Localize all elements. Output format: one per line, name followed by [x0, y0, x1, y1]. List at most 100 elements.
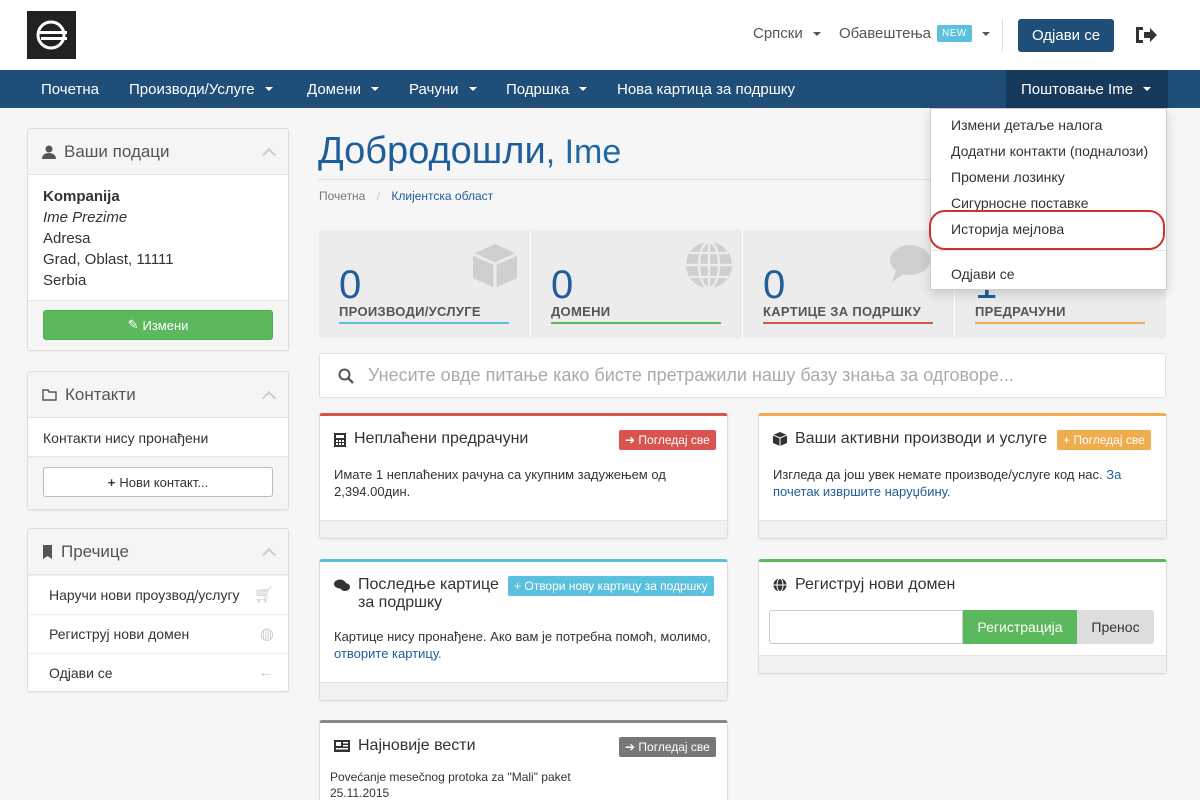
open-ticket-link[interactable]: отворите картицу. [334, 646, 442, 661]
language-label: Српски [753, 25, 803, 42]
menu-change-password[interactable]: Промени лозинку [951, 169, 1065, 185]
register-domain-card: Региструј нови домен Регистрација Пренос [758, 559, 1167, 674]
menu-additional-contacts[interactable]: Додатни контакти (подналози) [951, 143, 1148, 159]
address-line: Adresa [43, 230, 91, 247]
chevron-down-icon [1143, 87, 1152, 91]
nav-support-label: Подршка [506, 80, 570, 98]
menu-edit-account[interactable]: Измени детаље налога [951, 117, 1102, 133]
arrow-left-icon: ← [258, 664, 274, 681]
news-item[interactable]: Povećanje mesečnog protoka za "Mali" pak… [330, 769, 571, 800]
stat-products[interactable]: 0 ПРОИЗВОДИ/УСЛУГЕ [319, 230, 530, 338]
stat-label: ПРЕДРАЧУНИ [975, 304, 1066, 319]
view-all-label: Погледај све [638, 433, 710, 447]
menu-security-settings[interactable]: Сигурносне поставке [951, 195, 1089, 211]
nav-support[interactable]: Подршка [506, 70, 588, 108]
register-button[interactable]: Регистрација [963, 610, 1077, 644]
arrow-right-icon: ➔ [625, 433, 636, 447]
divider [1002, 19, 1003, 51]
nav-domains[interactable]: Домени [307, 70, 379, 108]
client-name: Ime Prezime [43, 209, 128, 226]
nav-home-label: Почетна [41, 80, 99, 98]
chevron-up-icon[interactable] [261, 147, 277, 162]
shortcut-order[interactable]: Наручи нови проузвод/услугу 🛒︎ [28, 575, 288, 614]
user-dropdown-menu: Измени детаље налога Додатни контакти (п… [930, 108, 1167, 290]
active-products-card: Ваши активни производи и услуге + Поглед… [758, 413, 1167, 539]
shortcut-logout[interactable]: Одјави се ← [28, 653, 288, 692]
chevron-down-icon [264, 87, 273, 91]
arrow-right-icon: ➔ [625, 740, 636, 754]
user-icon [42, 145, 56, 159]
company-logo[interactable] [27, 11, 76, 59]
your-info-panel: Ваши подаци Kompanija Ime Prezime Adresa… [27, 128, 289, 351]
view-all-label: Погледај све [1073, 433, 1145, 447]
menu-logout[interactable]: Одјави се [951, 266, 1015, 282]
your-info-header[interactable]: Ваши подаци [28, 129, 288, 175]
transfer-button[interactable]: Пренос [1077, 610, 1154, 644]
stat-tickets[interactable]: 0 КАРТИЦЕ ЗА ПОДРШКУ [743, 230, 954, 338]
card-footer [320, 520, 727, 538]
country-line: Serbia [43, 272, 87, 289]
products-text: Изгледа да још увек немате производе/усл… [773, 467, 1103, 482]
globe-icon [773, 578, 787, 592]
edit-button-label: Измени [142, 317, 189, 333]
view-all-invoices-button[interactable]: ➔ Погледај све [619, 430, 716, 450]
nav-domains-label: Домени [307, 80, 361, 98]
nav-new-ticket[interactable]: Нова картица за подршку [617, 70, 795, 108]
stat-domains[interactable]: 0 ДОМЕНИ [531, 230, 742, 338]
nav-products-label: Производи/Услуге [129, 80, 255, 98]
open-ticket-button[interactable]: + Отвори нову картицу за подршку [508, 576, 714, 596]
calculator-icon [334, 433, 346, 447]
card-title: Најновије вести [334, 737, 476, 755]
latest-tickets-card: Последње картице за подршку + Отвори нов… [319, 559, 728, 701]
cube-icon [773, 432, 787, 446]
shortcut-logout-label: Одјави се [49, 665, 113, 681]
view-all-products-button[interactable]: + Погледај све [1057, 430, 1151, 450]
domain-title: Региструј нови домен [795, 576, 956, 593]
shortcuts-header[interactable]: Пречице [28, 529, 288, 575]
card-title: Последње картице за подршку [334, 576, 509, 612]
stat-value: 0 [339, 263, 362, 307]
stat-value: 0 [763, 263, 786, 307]
breadcrumb-home[interactable]: Почетна [319, 189, 365, 203]
view-all-news-button[interactable]: ➔ Погледај све [619, 737, 716, 757]
sign-out-icon[interactable] [1134, 25, 1158, 45]
stat-underline [763, 322, 933, 324]
notifications-menu[interactable]: Обавештења NEW [839, 25, 990, 42]
knowledgebase-search[interactable]: Унесите овде питање како бисте претражил… [319, 353, 1166, 398]
card-footer [759, 655, 1166, 673]
shortcut-register-domain[interactable]: Региструј нови домен ◍ [28, 614, 288, 653]
logout-button[interactable]: Одјави се [1018, 19, 1114, 52]
plus-icon: + [514, 579, 522, 593]
stat-label: ДОМЕНИ [551, 304, 611, 319]
unpaid-text: Имате 1 неплаћених рачуна са укупним зад… [334, 467, 666, 499]
chevron-down-icon [579, 87, 588, 91]
nav-products[interactable]: Производи/Услуге [129, 70, 273, 108]
nav-user-label: Поштовање Ime [1021, 80, 1134, 98]
domain-input[interactable] [769, 610, 963, 644]
edit-button[interactable]: ✎ Измени [43, 310, 273, 340]
nav-user-menu[interactable]: Поштовање Ime [1006, 70, 1168, 108]
contacts-header[interactable]: Контакти [28, 372, 288, 418]
chevron-down-icon [981, 31, 990, 36]
bookmark-icon [43, 544, 52, 559]
nav-new-ticket-label: Нова картица за подршку [617, 80, 795, 98]
unpaid-title: Неплаћени предрачуни [354, 430, 529, 447]
chevron-up-icon[interactable] [261, 547, 277, 562]
nav-home[interactable]: Почетна [41, 70, 99, 108]
nav-billing-label: Рачуни [409, 80, 459, 98]
notifications-label: Обавештења [839, 25, 932, 42]
news-item-date: 25.11.2015 [330, 786, 390, 800]
new-contact-button[interactable]: + Нови контакт... [43, 467, 273, 497]
news-title: Најновије вести [358, 737, 476, 754]
language-selector[interactable]: Српски [753, 25, 821, 42]
menu-divider [931, 250, 1166, 251]
tickets-title: Последње картице за подршку [358, 576, 499, 611]
new-contact-label: Нови контакт... [119, 474, 209, 490]
chevron-up-icon[interactable] [261, 390, 277, 405]
plus-icon: + [107, 474, 116, 490]
globe-icon [686, 240, 732, 290]
stat-value: 0 [551, 263, 574, 307]
nav-billing[interactable]: Рачуни [409, 70, 477, 108]
search-icon [338, 368, 354, 384]
shortcuts-title: Пречице [61, 541, 129, 561]
